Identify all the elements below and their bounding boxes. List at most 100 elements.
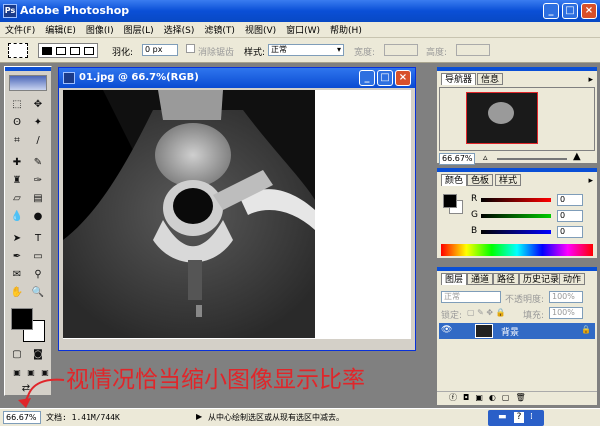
eye-icon[interactable]: 👁 [441, 325, 452, 335]
menu-window[interactable]: 窗口(W) [281, 23, 325, 36]
shape-tool-icon[interactable]: ▭ [29, 249, 47, 265]
help-icon[interactable]: ? [514, 412, 524, 423]
menu-layer[interactable]: 图层(L) [119, 23, 159, 36]
color-fg-swatch-top[interactable] [443, 194, 457, 208]
keyboard-icon[interactable]: ▬ [498, 412, 507, 422]
lock-icons[interactable]: ▢ ✎ ✥ 🔒 [467, 308, 506, 317]
tab-styles[interactable]: 样式 [495, 174, 522, 186]
antialias-label: 消除锯齿 [198, 48, 235, 58]
tab-history[interactable]: 历史记录 [519, 273, 564, 285]
hand-tool-icon[interactable]: ✋ [8, 285, 26, 301]
channel-b-slider[interactable] [481, 230, 551, 234]
navigator-zoom-field[interactable]: 66.67% [439, 153, 475, 165]
tab-swatches[interactable]: 色板 [467, 174, 494, 186]
adobe-online-icon[interactable] [9, 75, 47, 91]
menu-select[interactable]: 选择(S) [159, 23, 200, 36]
menu-help[interactable]: 帮助(H) [325, 23, 367, 36]
adjustment-layer-icon[interactable]: ◐ [489, 393, 502, 402]
magic-wand-tool-icon[interactable]: ✦ [29, 115, 47, 131]
height-input[interactable] [456, 44, 490, 56]
navigator-zoom-slider[interactable] [497, 158, 567, 160]
blur-tool-icon[interactable]: 💧 [8, 209, 26, 225]
tab-navigator[interactable]: 导航器 [441, 73, 477, 85]
new-selection-icon[interactable] [42, 47, 52, 55]
tab-actions[interactable]: 动作 [559, 273, 586, 285]
dodge-tool-icon[interactable]: ● [29, 209, 47, 225]
menu-edit[interactable]: 编辑(E) [40, 23, 81, 36]
close-button[interactable]: × [581, 3, 597, 19]
clone-stamp-tool-icon[interactable]: ♜ [8, 173, 26, 189]
style-select[interactable]: 正常 ▾ [268, 44, 344, 56]
tab-layers[interactable]: 图层 [441, 273, 468, 285]
tab-info[interactable]: 信息 [477, 73, 504, 85]
panel-menu-icon[interactable]: ▸ [588, 75, 593, 85]
zoom-in-icon[interactable]: ▲ [573, 151, 581, 162]
doc-minimize-button[interactable]: _ [359, 70, 375, 86]
menu-filter[interactable]: 滤镜(T) [199, 23, 240, 36]
channel-g-value[interactable]: 0 [557, 210, 583, 222]
delete-layer-icon[interactable]: 🗑 [515, 393, 531, 402]
type-tool-icon[interactable]: T [29, 231, 47, 247]
channel-g-slider[interactable] [481, 214, 551, 218]
tray-arrow-icon[interactable]: ⁞ [530, 412, 533, 422]
menu-image[interactable]: 图像(I) [81, 23, 119, 36]
pen-tool-icon[interactable]: ✒ [8, 249, 26, 265]
fill-field[interactable]: 100% [549, 307, 583, 319]
crop-tool-icon[interactable]: ⌗ [8, 133, 26, 149]
status-arrow-icon[interactable]: ▶ [196, 412, 202, 421]
blend-mode-value: 正常 [444, 292, 460, 301]
status-zoom-field[interactable]: 66.67% [3, 411, 41, 424]
standard-mode-icon[interactable]: ▢ [8, 347, 26, 363]
image-canvas[interactable] [63, 90, 411, 338]
zoom-tool-icon[interactable]: 🔍 [29, 285, 47, 301]
tab-channels[interactable]: 通道 [467, 273, 494, 285]
move-tool-icon[interactable]: ✥ [29, 97, 47, 113]
color-spectrum-bar[interactable] [441, 244, 593, 256]
horizontal-scrollbar[interactable] [63, 338, 411, 348]
opacity-field[interactable]: 100% [549, 291, 583, 303]
blend-mode-select[interactable]: 正常 [441, 291, 501, 303]
foreground-color-swatch-top[interactable] [11, 308, 33, 330]
new-layer-icon[interactable]: ▢ [502, 393, 516, 402]
tab-paths[interactable]: 路径 [493, 273, 520, 285]
marquee-tool-preset-icon[interactable] [8, 43, 28, 58]
zoom-out-icon[interactable]: ▵ [483, 153, 488, 163]
minimize-button[interactable]: _ [543, 3, 559, 19]
notes-tool-icon[interactable]: ✉ [8, 267, 26, 283]
navigator-view-box[interactable] [466, 92, 538, 144]
antialias-checkbox[interactable] [186, 44, 195, 53]
quick-mask-mode-icon[interactable]: ◙ [29, 347, 47, 363]
eraser-tool-icon[interactable]: ▱ [8, 191, 26, 207]
history-brush-tool-icon[interactable]: ✑ [29, 173, 47, 189]
lasso-tool-icon[interactable]: ʘ [8, 115, 26, 131]
marquee-tool-icon[interactable]: ⬚ [8, 97, 26, 113]
width-input[interactable] [384, 44, 418, 56]
subtract-selection-icon[interactable] [70, 47, 80, 55]
channel-r-value[interactable]: 0 [557, 194, 583, 206]
path-selection-tool-icon[interactable]: ➤ [8, 231, 26, 247]
channel-b-value[interactable]: 0 [557, 226, 583, 238]
slice-tool-icon[interactable]: / [29, 133, 47, 149]
doc-maximize-button[interactable]: □ [377, 70, 393, 86]
brush-tool-icon[interactable]: ✎ [29, 155, 47, 171]
style-label: 样式: [244, 48, 266, 58]
layer-set-icon[interactable]: ▣ [475, 393, 489, 402]
intersect-selection-icon[interactable] [84, 47, 94, 55]
eyedropper-tool-icon[interactable]: ⚲ [29, 267, 47, 283]
maximize-button[interactable]: □ [562, 3, 578, 19]
menu-file[interactable]: 文件(F) [0, 23, 40, 36]
add-selection-icon[interactable] [56, 47, 66, 55]
layer-style-icon[interactable]: ⓕ [449, 393, 463, 402]
doc-close-button[interactable]: × [395, 70, 411, 86]
channel-r-slider[interactable] [481, 198, 551, 202]
layer-row-background[interactable]: 👁 背景 🔒 [439, 323, 595, 339]
tab-color[interactable]: 颜色 [441, 174, 468, 186]
color-panel-menu-icon[interactable]: ▸ [588, 176, 593, 186]
feather-input[interactable]: 0 px [142, 44, 178, 56]
layers-panel: 图层 通道 路径 历史记录 动作 正常 不透明度: 100% 锁定: ▢ ✎ ✥… [436, 266, 598, 406]
layer-mask-icon[interactable]: ◘ [463, 393, 475, 402]
selection-mode-group[interactable] [38, 43, 98, 58]
menu-view[interactable]: 视图(V) [240, 23, 281, 36]
healing-brush-tool-icon[interactable]: ✚ [8, 155, 26, 171]
gradient-tool-icon[interactable]: ▤ [29, 191, 47, 207]
